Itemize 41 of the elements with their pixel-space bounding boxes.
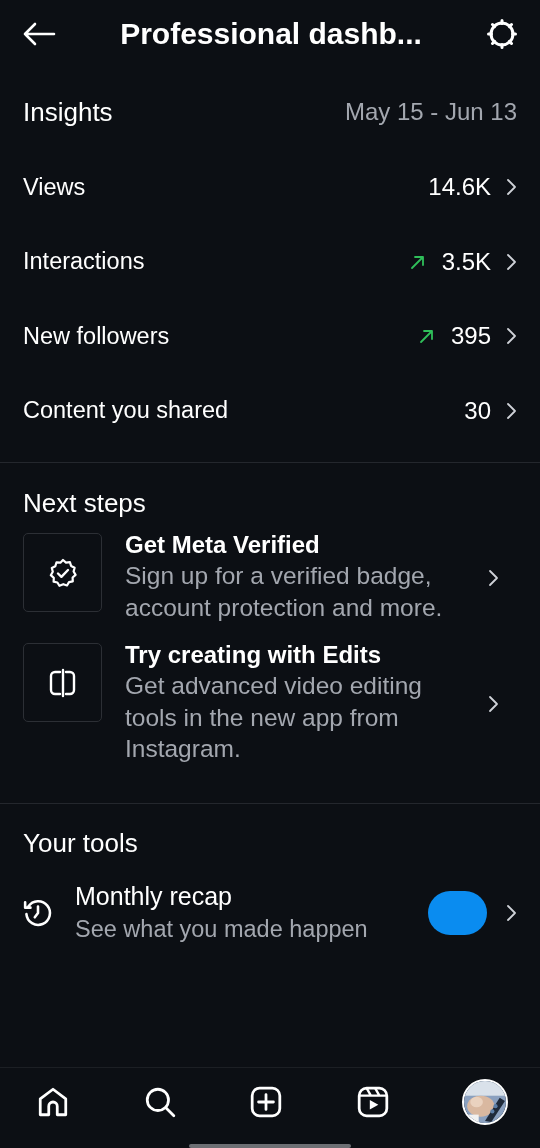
insight-row[interactable]: Content you shared 30 bbox=[23, 373, 517, 448]
metric-value: 30 bbox=[464, 396, 491, 425]
metric-label: Interactions bbox=[23, 248, 145, 276]
metric-value: 3.5K bbox=[441, 247, 491, 276]
metric-label: Content you shared bbox=[23, 397, 229, 425]
item-title: Try creating with Edits bbox=[125, 640, 383, 670]
chevron-icon bbox=[487, 694, 499, 713]
highlight-pill bbox=[428, 890, 487, 935]
next-step-item[interactable]: Try creating with Edits Get advanced video editing tools in the new app from Instagram. bbox=[23, 643, 517, 765]
chevron-icon bbox=[487, 569, 499, 587]
create-icon[interactable] bbox=[249, 1085, 283, 1119]
date-range[interactable]: May 15 - Jun 13 bbox=[344, 98, 517, 126]
home-icon[interactable] bbox=[36, 1085, 70, 1119]
next-step-item[interactable]: Get Meta Verified Sign up for a verified badge, account protection and more. bbox=[23, 533, 517, 623]
section-title: Next steps bbox=[23, 487, 146, 519]
item-title: Get Meta Verified bbox=[125, 530, 321, 560]
metric-value: 395 bbox=[450, 322, 491, 351]
tool-title: Monthly recap bbox=[75, 880, 234, 912]
history-clock-icon bbox=[23, 897, 53, 928]
chevron-icon bbox=[505, 178, 517, 197]
section-title: Insights bbox=[23, 96, 113, 128]
item-description: Get advanced video editing tools in the new app from Instagram. bbox=[125, 671, 423, 764]
chevron-icon bbox=[505, 327, 517, 346]
insight-row[interactable]: Interactions 3.5K bbox=[23, 224, 517, 299]
chevron-icon bbox=[505, 401, 517, 420]
page-title: Professional dashb... bbox=[119, 17, 423, 51]
settings-icon[interactable] bbox=[486, 18, 518, 50]
metric-label: New followers bbox=[23, 322, 170, 350]
insight-row[interactable]: New followers 395 bbox=[23, 299, 517, 374]
insight-row[interactable]: Views 14.6K bbox=[23, 150, 517, 225]
back-icon[interactable] bbox=[22, 21, 56, 47]
tool-item[interactable]: Monthly recap See what you made happen bbox=[23, 879, 517, 946]
reels-icon[interactable] bbox=[355, 1085, 390, 1119]
metric-label: Views bbox=[23, 173, 86, 201]
item-description: Sign up for a verified badge, account protection and more. bbox=[125, 561, 444, 623]
metric-value: 14.6K bbox=[428, 173, 491, 202]
profile-avatar[interactable] bbox=[462, 1079, 508, 1125]
section-title: Your tools bbox=[23, 828, 138, 859]
chevron-icon bbox=[505, 252, 517, 271]
tool-description: See what you made happen bbox=[75, 914, 369, 944]
chevron-icon bbox=[505, 903, 517, 922]
